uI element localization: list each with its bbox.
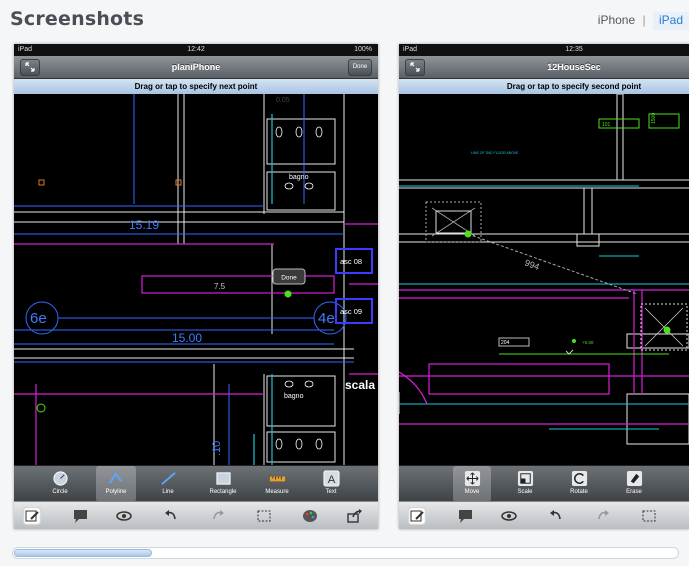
tab-separator: | bbox=[642, 13, 646, 27]
selection-icon bbox=[642, 510, 656, 522]
selection-icon bbox=[257, 510, 271, 522]
text-tool-icon: A bbox=[322, 470, 340, 487]
label-bagno-top: bagno bbox=[289, 174, 309, 181]
done-bubble-label[interactable]: Done bbox=[281, 275, 297, 282]
tool-text[interactable]: A Text bbox=[311, 466, 351, 502]
line-tool-icon bbox=[160, 472, 176, 485]
draw-mode-icon bbox=[410, 510, 424, 522]
eye-button[interactable] bbox=[500, 507, 518, 525]
bottom-bar bbox=[399, 501, 689, 529]
screenshot-1[interactable]: iPad 12:42 100% planiPhone Done Drag or … bbox=[14, 44, 378, 529]
label-asc-09: asc 09 bbox=[340, 307, 362, 316]
cad-canvas[interactable]: 994 101 204 LINE OF 2ND FLOOR ABOVE +0.6… bbox=[399, 94, 689, 465]
redo-button[interactable] bbox=[594, 507, 612, 525]
drawing-title: 12HouseSec bbox=[547, 62, 601, 72]
share-icon bbox=[347, 509, 362, 523]
measure-tool-icon bbox=[269, 476, 285, 482]
note-line-of-floor: LINE OF 2ND FLOOR ABOVE bbox=[471, 151, 519, 155]
tool-measure[interactable]: Measure bbox=[257, 466, 297, 502]
label-scala: scala bbox=[345, 378, 375, 392]
bottom-bar bbox=[14, 501, 378, 529]
eye-button[interactable] bbox=[115, 507, 133, 525]
draw-mode-icon bbox=[25, 510, 39, 522]
top-dim-label: 0.05 bbox=[276, 97, 290, 104]
scrollbar-thumb[interactable] bbox=[14, 549, 152, 557]
tab-iphone[interactable]: iPhone bbox=[598, 13, 635, 27]
prompt-bar: Drag or tap to specify second point bbox=[399, 79, 689, 94]
label-bagno-bottom: bagno bbox=[284, 393, 304, 400]
dim-994: 994 bbox=[523, 257, 541, 272]
dim-plus: +0.60 bbox=[582, 340, 594, 345]
dim-1500: 15.00 bbox=[172, 331, 202, 345]
device-tabs: iPhone | iPad bbox=[598, 12, 689, 30]
tool-polyline[interactable]: Polyline bbox=[96, 466, 136, 502]
undo-icon bbox=[165, 510, 176, 520]
drawing-title: planiPhone bbox=[171, 62, 221, 72]
prompt-bar: Drag or tap to specify next point bbox=[14, 79, 378, 94]
status-time: 12:42 bbox=[187, 46, 205, 53]
tool-bar: Circle Polyline Line Rectangle Measure A… bbox=[14, 465, 378, 502]
tool-move[interactable]: Move bbox=[453, 466, 491, 502]
comment-icon bbox=[459, 510, 472, 523]
cad-canvas[interactable]: Done 15.19 15.00 7.5 6e 4e bagno bagno a… bbox=[14, 94, 378, 465]
grid-label-6e: 6e bbox=[30, 310, 47, 327]
tool-rotate[interactable]: Rotate bbox=[560, 466, 598, 502]
circle-tool-icon bbox=[52, 471, 68, 486]
scale-tool-icon bbox=[517, 470, 533, 487]
erase-tool-icon bbox=[626, 470, 642, 487]
tool-circle[interactable]: Circle bbox=[40, 466, 80, 502]
tool-bar: Move Scale Rotate Erase bbox=[399, 465, 689, 502]
undo-icon bbox=[550, 510, 561, 520]
dim-1519: 15.19 bbox=[129, 218, 159, 232]
redo-icon bbox=[213, 510, 224, 520]
redo-icon bbox=[598, 510, 609, 520]
status-time: 12:35 bbox=[565, 46, 583, 53]
nav-bar: planiPhone Done bbox=[14, 56, 378, 79]
draw-mode-button[interactable] bbox=[23, 507, 41, 525]
eye-icon bbox=[501, 511, 517, 521]
page-header: Screenshots iPhone | iPad bbox=[0, 0, 689, 40]
palette-button[interactable] bbox=[301, 507, 319, 525]
svg-text:A: A bbox=[327, 474, 335, 486]
screenshot-2[interactable]: iPad 12:35 12HouseSec Drag or tap to spe… bbox=[399, 44, 689, 529]
nav-bar: 12HouseSec bbox=[399, 56, 689, 79]
draw-mode-button[interactable] bbox=[408, 507, 426, 525]
status-bar: iPad 12:42 100% bbox=[14, 44, 378, 56]
label-asc-08: asc 08 bbox=[340, 257, 362, 266]
dim-10: .10 bbox=[211, 441, 223, 456]
grid-label-4e: 4e bbox=[318, 310, 335, 327]
tool-line[interactable]: Line bbox=[148, 466, 188, 502]
selection-button[interactable] bbox=[255, 507, 273, 525]
dim-7-5: 7.5 bbox=[214, 282, 226, 291]
comment-button[interactable] bbox=[71, 507, 89, 525]
dim-1500-vertical: 1500 bbox=[651, 113, 657, 124]
rotate-tool-icon bbox=[571, 470, 587, 487]
gallery-scrollbar[interactable] bbox=[12, 547, 679, 559]
battery-label: 100% bbox=[354, 46, 372, 53]
tool-rectangle[interactable]: Rectangle bbox=[203, 466, 243, 502]
palette-icon bbox=[303, 510, 317, 522]
status-bar: iPad 12:35 bbox=[399, 44, 689, 56]
undo-button[interactable] bbox=[162, 507, 180, 525]
polyline-tool-icon bbox=[108, 472, 122, 484]
page-title: Screenshots bbox=[10, 8, 145, 30]
eye-icon bbox=[116, 511, 132, 521]
dim-204: 204 bbox=[501, 340, 510, 346]
redo-button[interactable] bbox=[209, 507, 227, 525]
comment-button[interactable] bbox=[456, 507, 474, 525]
comment-icon bbox=[74, 510, 87, 523]
done-button[interactable]: Done bbox=[348, 59, 372, 76]
tool-erase[interactable]: Erase bbox=[615, 466, 653, 502]
selection-button[interactable] bbox=[640, 507, 658, 525]
tab-ipad[interactable]: iPad bbox=[652, 12, 689, 30]
move-tool-icon bbox=[464, 470, 480, 487]
dim-101: 101 bbox=[602, 122, 611, 128]
undo-button[interactable] bbox=[547, 507, 565, 525]
rectangle-tool-icon bbox=[215, 472, 231, 485]
share-button[interactable] bbox=[346, 507, 364, 525]
tool-scale[interactable]: Scale bbox=[506, 466, 544, 502]
